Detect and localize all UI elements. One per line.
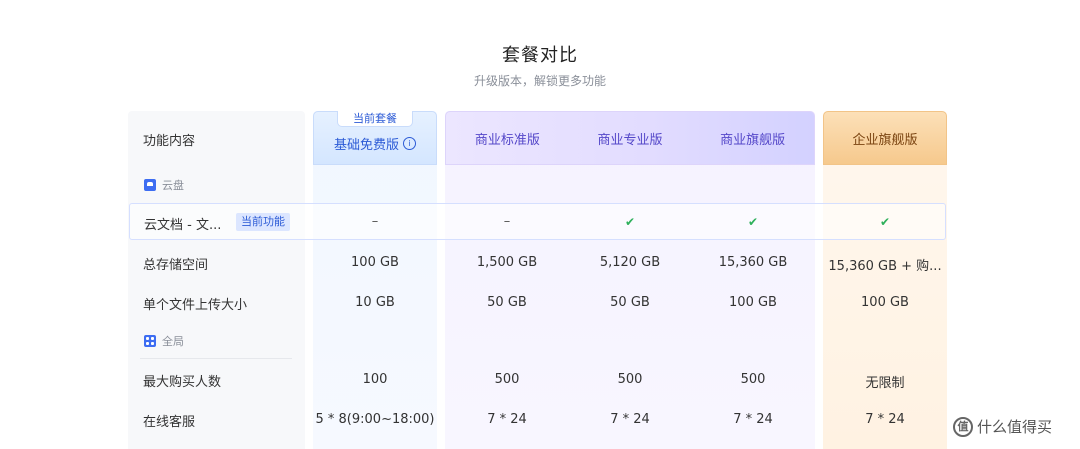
section-cloud-label: 云盘: [162, 179, 184, 192]
plan-name-enterprise: 企业旗舰版: [852, 132, 918, 148]
feature-column-header: 功能内容: [143, 134, 196, 149]
section-global-label: 全局: [162, 335, 184, 348]
watermark-logo-icon: 值: [953, 416, 973, 437]
check-icon: ✔: [879, 215, 891, 229]
page-subtitle: 升级版本，解锁更多功能: [473, 74, 606, 88]
cell-value: 7 * 24: [733, 412, 773, 427]
cloud-drive-icon: [144, 179, 156, 191]
cell-value: 15,360 GB + 购...: [828, 259, 942, 274]
feature-column-bg: [128, 111, 305, 449]
info-icon[interactable]: i: [403, 136, 416, 150]
row-label-file-upload-size: 单个文件上传大小: [143, 298, 248, 313]
cell-value: 100 GB: [351, 255, 399, 270]
cell-value: 无限制: [865, 376, 905, 391]
check-icon: ✔: [747, 215, 759, 229]
plan-header-professional[interactable]: 商业专业版: [569, 129, 692, 148]
current-feature-tag: 当前功能: [236, 213, 290, 231]
cell-dash: –: [371, 214, 379, 229]
watermark: 值 什么值得买: [953, 416, 1052, 437]
cell-dash: –: [503, 214, 511, 229]
cell-value: 7 * 24: [487, 412, 527, 427]
plan-header-flagship[interactable]: 商业旗舰版: [691, 129, 814, 148]
cell-value: 5,120 GB: [599, 255, 661, 270]
cell-value: 100: [362, 372, 388, 387]
cell-value: 100 GB: [729, 295, 777, 310]
cell-value: 50 GB: [487, 295, 527, 310]
grid-icon: [144, 335, 156, 347]
plan-name-free: 基础免费版: [333, 137, 399, 153]
cell-value: 500: [740, 372, 766, 387]
page-title: 套餐对比: [502, 45, 578, 66]
plan-header-standard[interactable]: 商业标准版: [446, 129, 569, 148]
plan-header-business-group: 商业标准版 商业专业版 商业旗舰版: [445, 111, 815, 165]
watermark-text: 什么值得买: [977, 418, 1053, 436]
cell-value: 50 GB: [610, 295, 650, 310]
current-plan-badge: 当前套餐: [337, 111, 413, 127]
cell-value: 15,360 GB: [718, 255, 788, 270]
row-label-cloud-docs: 云文档 - 文...: [144, 218, 222, 233]
row-label-max-users: 最大购买人数: [143, 375, 222, 390]
plan-header-enterprise[interactable]: 企业旗舰版: [823, 111, 947, 165]
check-icon: ✔: [624, 215, 636, 229]
cell-value: 7 * 24: [865, 412, 905, 427]
cell-value: 1,500 GB: [476, 255, 538, 270]
row-label-total-storage: 总存储空间: [143, 258, 209, 273]
section-global: 全局: [144, 333, 184, 349]
cell-value: 500: [617, 372, 643, 387]
cell-value: 5 * 8(9:00~18:00): [315, 412, 435, 427]
divider: [140, 358, 292, 359]
cell-value: 500: [494, 372, 520, 387]
cell-value: 7 * 24: [610, 412, 650, 427]
cell-value: 10 GB: [355, 295, 395, 310]
cell-value: 100 GB: [861, 295, 909, 310]
section-cloud: 云盘: [144, 177, 184, 193]
row-label-online-support: 在线客服: [143, 415, 196, 430]
